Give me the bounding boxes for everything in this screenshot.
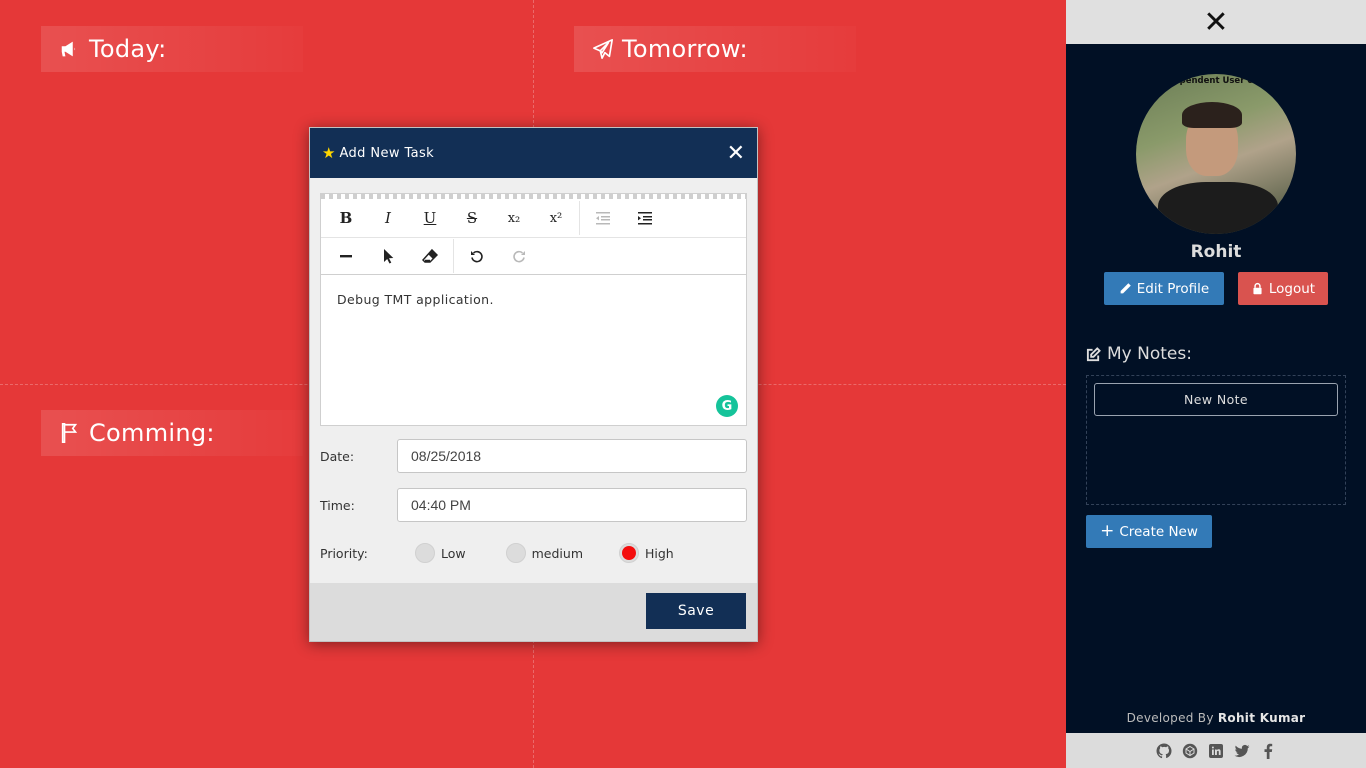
edit-profile-label: Edit Profile bbox=[1136, 280, 1210, 297]
cursor-arrow-icon bbox=[384, 249, 394, 264]
notes-heading: My Notes: bbox=[1086, 344, 1192, 364]
priority-high-label: High bbox=[645, 545, 674, 561]
priority-high-option[interactable]: High bbox=[619, 543, 674, 563]
edit-note-icon bbox=[1086, 346, 1101, 361]
today-header: Today: bbox=[41, 26, 303, 72]
date-field[interactable] bbox=[397, 439, 747, 473]
priority-high-radio[interactable] bbox=[619, 543, 639, 563]
priority-low-radio[interactable] bbox=[415, 543, 435, 563]
developer-credit: Developed By Rohit Kumar bbox=[1066, 711, 1366, 725]
save-button[interactable]: Save bbox=[646, 593, 746, 629]
priority-medium-radio[interactable] bbox=[505, 543, 526, 563]
codepen-icon[interactable] bbox=[1182, 743, 1198, 759]
redo-icon bbox=[513, 250, 525, 263]
editor-toolbar-row-1: B I U S x₂ x² bbox=[321, 199, 746, 237]
priority-row: Priority: Low medium High bbox=[320, 536, 747, 570]
today-title: Today: bbox=[89, 35, 167, 63]
editor-content-area[interactable]: Debug TMT application. bbox=[321, 276, 746, 426]
indent-icon bbox=[638, 212, 652, 225]
star-icon: ★ bbox=[322, 144, 336, 162]
modal-header: ★ Add New Task ✕ bbox=[310, 128, 757, 178]
notes-list: New Note bbox=[1086, 375, 1346, 505]
sidebar-close-icon[interactable]: ✕ bbox=[1203, 5, 1228, 40]
logout-label: Logout bbox=[1268, 280, 1316, 297]
developer-name: Rohit Kumar bbox=[1217, 711, 1306, 725]
coming-title: Comming: bbox=[89, 419, 215, 447]
bold-button[interactable]: B bbox=[325, 199, 367, 237]
note-item[interactable]: New Note bbox=[1094, 383, 1338, 416]
grammarly-icon[interactable]: G bbox=[716, 395, 738, 417]
undo-button[interactable] bbox=[456, 237, 498, 275]
modal-title: Add New Task bbox=[339, 145, 435, 161]
paper-plane-icon bbox=[593, 39, 613, 59]
undo-icon bbox=[471, 250, 483, 263]
priority-medium-label: medium bbox=[531, 545, 583, 561]
time-label: Time: bbox=[320, 497, 355, 513]
toolbar-separator bbox=[453, 239, 454, 273]
horizontal-rule-icon bbox=[340, 255, 352, 258]
username: Rohit bbox=[1190, 242, 1242, 262]
outdent-icon bbox=[596, 212, 610, 225]
create-note-label: Create New bbox=[1119, 523, 1198, 540]
modal-footer: Save bbox=[310, 583, 757, 641]
tomorrow-title: Tomorrow: bbox=[622, 35, 748, 63]
outdent-button[interactable] bbox=[582, 199, 624, 237]
sidebar-close-bar: ✕ bbox=[1066, 0, 1366, 44]
avatar: ependent User ca bbox=[1136, 74, 1296, 234]
flag-icon bbox=[61, 423, 78, 443]
priority-low-label: Low bbox=[441, 545, 466, 561]
select-all-button[interactable] bbox=[367, 237, 409, 275]
avatar-shirt bbox=[1158, 182, 1278, 234]
superscript-button[interactable]: x² bbox=[535, 199, 577, 237]
modal-close-icon[interactable]: ✕ bbox=[727, 141, 745, 166]
horizontal-rule-button[interactable] bbox=[325, 237, 367, 275]
underline-button[interactable]: U bbox=[409, 199, 451, 237]
tomorrow-header: Tomorrow: bbox=[574, 26, 856, 72]
logout-button[interactable]: Logout bbox=[1238, 272, 1328, 305]
italic-button[interactable]: I bbox=[367, 199, 409, 237]
pencil-icon bbox=[1120, 283, 1131, 294]
redo-button[interactable] bbox=[498, 237, 540, 275]
developer-credit-prefix: Developed By bbox=[1126, 711, 1214, 725]
bullhorn-icon bbox=[61, 41, 76, 57]
subscript-button[interactable]: x₂ bbox=[493, 199, 535, 237]
editor-toolbar-row-2 bbox=[321, 237, 746, 275]
plus-icon: + bbox=[1100, 521, 1115, 541]
add-task-modal: ★ Add New Task ✕ B I U S x₂ x² Debug TMT… bbox=[309, 127, 758, 642]
rich-text-editor: B I U S x₂ x² Debug TMT application. G bbox=[320, 193, 747, 426]
avatar-hair bbox=[1182, 102, 1242, 128]
social-links bbox=[1066, 733, 1366, 768]
date-row: Date: bbox=[320, 439, 747, 473]
facebook-icon[interactable] bbox=[1260, 743, 1276, 759]
priority-label: Priority: bbox=[320, 545, 368, 561]
time-row: Time: bbox=[320, 488, 747, 522]
twitter-icon[interactable] bbox=[1234, 743, 1250, 759]
create-note-button[interactable]: + Create New bbox=[1086, 515, 1212, 548]
linkedin-icon[interactable] bbox=[1208, 743, 1224, 759]
eraser-icon bbox=[422, 248, 438, 263]
indent-button[interactable] bbox=[624, 199, 666, 237]
toolbar-separator bbox=[579, 201, 580, 235]
lock-icon bbox=[1253, 282, 1262, 295]
time-field[interactable] bbox=[397, 488, 747, 522]
avatar-caption: ependent User ca bbox=[1173, 76, 1259, 86]
github-icon[interactable] bbox=[1156, 743, 1172, 759]
profile-sidebar: ✕ ependent User ca Rohit Edit Profile Lo… bbox=[1066, 0, 1366, 768]
edit-profile-button[interactable]: Edit Profile bbox=[1104, 272, 1224, 305]
date-label: Date: bbox=[320, 448, 355, 464]
remove-format-button[interactable] bbox=[409, 237, 451, 275]
strikethrough-button[interactable]: S bbox=[451, 199, 493, 237]
priority-medium-option[interactable]: medium bbox=[505, 543, 583, 563]
notes-title: My Notes: bbox=[1107, 344, 1192, 364]
coming-header: Comming: bbox=[41, 410, 303, 456]
priority-low-option[interactable]: Low bbox=[415, 543, 466, 563]
